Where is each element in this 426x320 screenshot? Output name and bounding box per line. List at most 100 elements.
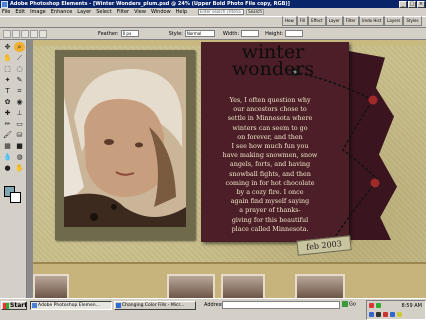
magic-wand-tool-icon[interactable]: ✦ <box>2 75 13 85</box>
task-label: Changing Color Fills - Micr... <box>122 303 185 308</box>
task-photoshop[interactable]: Adobe Photoshop Elemen... <box>30 301 112 310</box>
tray-icon[interactable] <box>397 312 402 317</box>
red-eye-tool-icon[interactable]: ◉ <box>14 97 25 107</box>
intersect-selection-icon[interactable] <box>39 29 47 38</box>
feather-input[interactable]: 0 px <box>120 30 139 37</box>
thumbnail-photo <box>33 274 69 298</box>
burn-tool-icon[interactable]: ✋ <box>14 163 25 173</box>
width-input[interactable] <box>241 30 260 37</box>
marquee-option-icon[interactable] <box>3 29 11 38</box>
crop-tool-icon[interactable]: ⌗ <box>14 86 25 96</box>
gradient-tool-icon[interactable]: ▦ <box>2 141 13 151</box>
thumbnail-photo <box>221 274 265 298</box>
brad-icon <box>370 178 380 188</box>
window-controls: _ □ × <box>399 0 425 8</box>
search-input[interactable]: Enter search criteria <box>198 9 244 15</box>
document-canvas[interactable]: winter wonders Yes, I often question why… <box>33 40 426 298</box>
system-tray: 8:59 AM <box>366 300 426 320</box>
window-title: Adobe Photoshop Elements - [Winter Wonde… <box>10 1 290 7</box>
palette-well: How Fill Effect Layer Filter Undo Hist L… <box>282 16 426 26</box>
menu-layer[interactable]: Layer <box>77 9 91 15</box>
address-label: Address <box>204 302 224 308</box>
subtract-selection-icon[interactable] <box>30 29 38 38</box>
width-label: Width: <box>222 30 240 37</box>
thumbnail-photo <box>295 274 345 298</box>
tab-undo-history[interactable]: Undo Hist <box>358 16 385 26</box>
tray-icon[interactable] <box>376 312 381 317</box>
pencil-tool-icon[interactable]: ✏ <box>2 119 13 129</box>
menu-select[interactable]: Select <box>96 9 111 15</box>
background-color-swatch[interactable] <box>10 192 21 203</box>
height-label: Height: <box>265 30 284 37</box>
document-workspace: winter wonders Yes, I often question why… <box>27 40 426 298</box>
menu-help[interactable]: Help <box>176 9 187 15</box>
marquee-tool-icon[interactable]: ⬚ <box>2 64 13 74</box>
shape-tool-icon[interactable]: ■ <box>14 141 25 151</box>
height-input[interactable] <box>285 30 304 37</box>
lower-photo-strip <box>33 262 426 298</box>
tab-how[interactable]: How <box>282 16 297 26</box>
thumbnail-photo <box>167 274 215 298</box>
feather-label: Feather: <box>98 30 119 37</box>
menu-enhance[interactable]: Enhance <box>51 9 73 15</box>
tab-filter[interactable]: Filter <box>342 16 359 26</box>
sponge-tool-icon[interactable]: ◍ <box>14 152 25 162</box>
menu-view[interactable]: View <box>134 9 146 15</box>
menu-file[interactable]: File <box>2 9 10 15</box>
start-button[interactable]: Start <box>1 301 27 310</box>
selection-brush-tool-icon[interactable]: ✎ <box>14 75 25 85</box>
move-tool-icon[interactable]: ✥ <box>2 42 13 52</box>
dodge-tool-icon[interactable]: ● <box>2 163 13 173</box>
address-input[interactable] <box>222 301 340 309</box>
maximize-icon[interactable]: □ <box>408 0 416 8</box>
type-tool-icon[interactable]: T <box>2 86 13 96</box>
tray-icon[interactable] <box>369 312 374 317</box>
tray-icon[interactable] <box>369 303 374 308</box>
menu-image[interactable]: Image <box>30 9 46 15</box>
eraser-tool-icon[interactable]: ▭ <box>14 119 25 129</box>
go-button[interactable]: Go <box>342 301 364 309</box>
tab-layer[interactable]: Layer <box>325 16 343 26</box>
start-label: Start <box>10 302 28 309</box>
journal-text: Yes, I often question why our ancestors … <box>222 96 318 233</box>
healing-brush-tool-icon[interactable]: ✚ <box>2 108 13 118</box>
tab-effect[interactable]: Effect <box>308 16 326 26</box>
clone-stamp-tool-icon[interactable]: ⊥ <box>14 108 25 118</box>
windows-logo-icon <box>3 303 9 309</box>
hand-tool-icon[interactable]: ✋ <box>2 53 13 63</box>
zoom-tool-icon[interactable]: ⌕ <box>14 42 25 52</box>
go-label: Go <box>349 301 356 308</box>
minimize-icon[interactable]: _ <box>399 0 407 8</box>
eyedropper-tool-icon[interactable]: ⟋ <box>14 53 25 63</box>
new-selection-icon[interactable] <box>12 29 20 38</box>
tray-icon[interactable] <box>390 312 395 317</box>
taskbar: Start Adobe Photoshop Elemen... Changing… <box>0 298 426 320</box>
add-selection-icon[interactable] <box>21 29 29 38</box>
brad-icon <box>368 95 378 105</box>
menu-window[interactable]: Window <box>151 9 171 15</box>
tray-icon[interactable] <box>383 312 388 317</box>
paint-bucket-tool-icon[interactable]: ⛁ <box>14 130 25 140</box>
style-select[interactable]: Normal <box>184 30 215 37</box>
search-button[interactable]: Search <box>246 9 264 15</box>
photoshop-app-icon <box>1 0 8 8</box>
tab-layers[interactable]: Layers <box>384 16 404 26</box>
brush-tool-icon[interactable]: 🖌 <box>2 130 13 140</box>
clock: 8:59 AM <box>401 303 422 309</box>
cookie-cutter-tool-icon[interactable]: ✿ <box>2 97 13 107</box>
close-icon[interactable]: × <box>417 0 425 8</box>
browser-task-icon <box>116 303 121 308</box>
blur-tool-icon[interactable]: 💧 <box>2 152 13 162</box>
tab-styles[interactable]: Styles <box>403 16 422 26</box>
menu-bar: File Edit Image Enhance Layer Select Fil… <box>0 8 426 16</box>
tray-icon[interactable] <box>376 303 381 308</box>
menu-filter[interactable]: Filter <box>117 9 129 15</box>
toolbox: ✥ ⌕ ✋ ⟋ ⬚ ◌ ✦ ✎ T ⌗ ✿ ◉ ✚ ⊥ ✏ ▭ 🖌 ⛁ ▦ ■ … <box>0 40 27 298</box>
menu-edit[interactable]: Edit <box>15 9 25 15</box>
tool-options-bar: Feather: 0 px Style: Normal Width: Heigh… <box>0 28 426 40</box>
lasso-tool-icon[interactable]: ◌ <box>14 64 25 74</box>
task-browser[interactable]: Changing Color Fills - Micr... <box>114 301 196 310</box>
go-arrow-icon <box>342 301 348 307</box>
task-label: Adobe Photoshop Elemen... <box>38 303 100 308</box>
tab-fill[interactable]: Fill <box>296 16 309 26</box>
